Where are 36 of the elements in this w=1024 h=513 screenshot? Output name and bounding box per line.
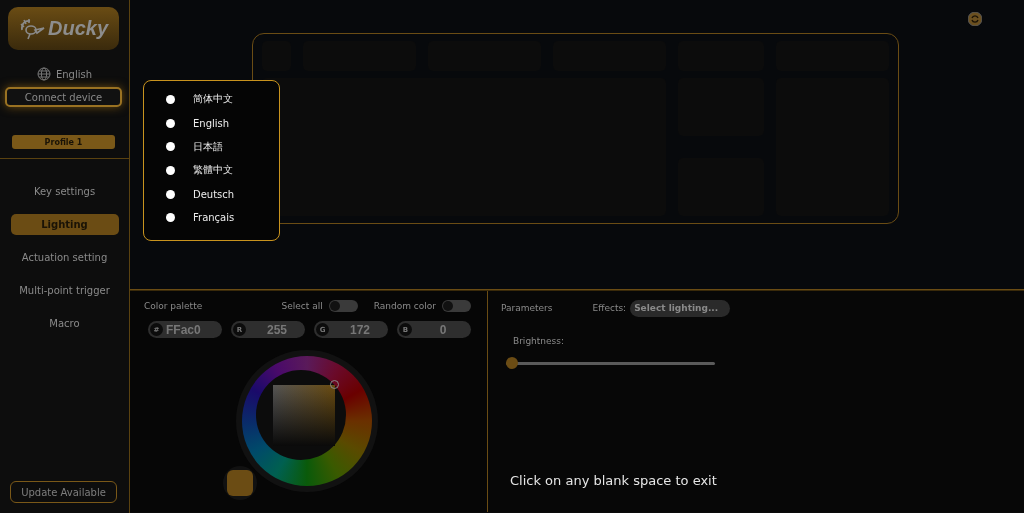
logo-text: Ducky — [48, 17, 108, 40]
refresh-icon[interactable] — [968, 12, 982, 26]
radio-dot[interactable] — [166, 118, 175, 128]
bird-icon — [19, 17, 45, 40]
radio-dot[interactable] — [166, 94, 175, 104]
nav-item[interactable]: Macro — [10, 313, 119, 334]
nav-item[interactable]: Multi-point trigger — [10, 280, 119, 301]
exit-hint: Click on any blank space to exit — [510, 473, 717, 488]
language-option[interactable]: Français — [193, 212, 235, 224]
slider-thumb[interactable] — [506, 357, 518, 369]
panel-title: Color palette — [144, 301, 203, 311]
panel-title: Parameters — [501, 303, 553, 313]
language-label[interactable]: English — [55, 68, 93, 80]
toggle-label: Select all — [281, 301, 323, 311]
radio-dot[interactable] — [166, 189, 175, 199]
connect-device-button[interactable]: Connect device — [5, 87, 122, 107]
brightness-slider[interactable] — [506, 357, 715, 369]
toggle-switch[interactable] — [442, 300, 471, 312]
effects-dropdown[interactable]: Select lighting... — [630, 299, 731, 317]
language-option[interactable]: Deutsch — [193, 188, 235, 200]
color-swatch — [223, 466, 257, 500]
nav-item[interactable]: Key settings — [10, 181, 119, 202]
toggle-switch[interactable] — [328, 300, 358, 312]
radio-dot[interactable] — [166, 213, 175, 223]
radio-dot[interactable] — [166, 142, 175, 152]
language-option[interactable]: 简体中文 — [193, 92, 233, 107]
nav-item[interactable]: Actuation setting — [10, 247, 119, 268]
toggle-label: Random color — [373, 301, 436, 311]
effects-label: Effects: — [592, 303, 627, 313]
brightness-label: Brightness: — [513, 336, 565, 346]
language-option[interactable]: English — [193, 117, 230, 129]
radio-dot[interactable] — [166, 165, 175, 175]
language-option[interactable]: 繁體中文 — [193, 163, 233, 178]
globe-icon[interactable] — [36, 67, 51, 81]
update-button[interactable]: Update Available — [10, 481, 117, 503]
language-option[interactable]: 日本語 — [193, 139, 223, 154]
